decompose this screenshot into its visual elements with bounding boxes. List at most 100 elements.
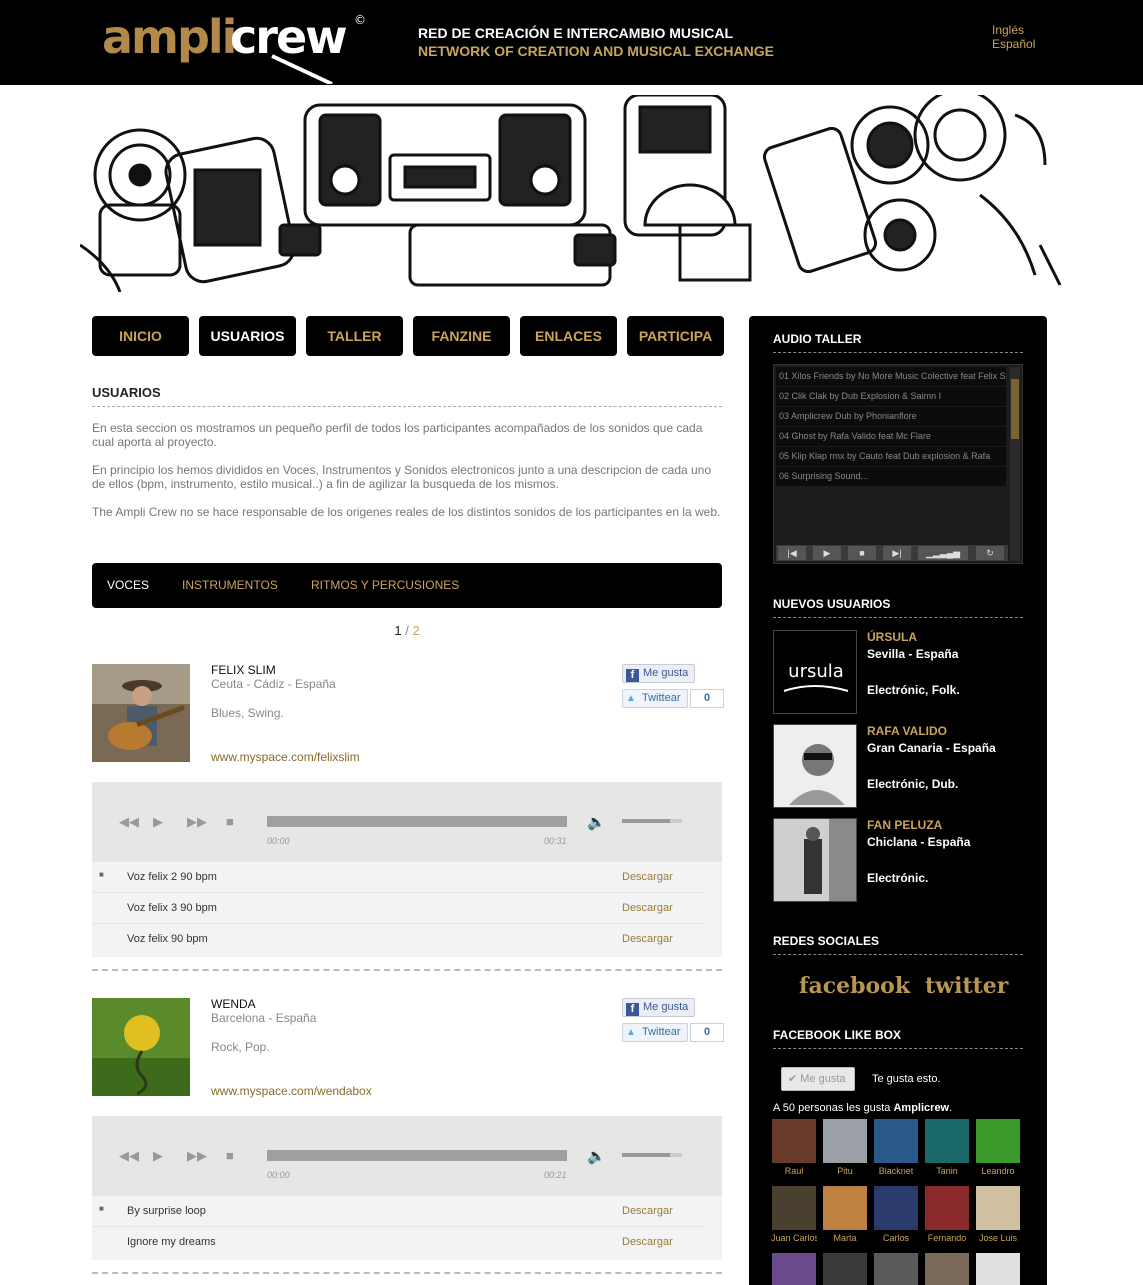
fan-item[interactable] <box>975 1253 1021 1285</box>
next-icon[interactable]: ▶| <box>883 546 911 560</box>
fan-item[interactable]: Tanin <box>924 1119 970 1176</box>
page-next-link[interactable]: 2 <box>412 623 419 638</box>
stop-icon[interactable]: ■ <box>226 1148 234 1163</box>
fan-item[interactable]: Blacknet <box>873 1119 919 1176</box>
new-user-photo[interactable]: ursula <box>773 630 857 714</box>
tab-voces[interactable]: VOCES <box>107 563 149 607</box>
new-user-item[interactable]: FAN PELUZA Chiclana - España Electrónic. <box>773 818 1023 903</box>
svg-text:©: © <box>354 13 366 27</box>
volume-icon[interactable]: ▁▂▃▄▅ <box>918 546 968 560</box>
stop-icon[interactable]: ■ <box>848 546 876 560</box>
user-myspace-link[interactable]: www.myspace.com/felixslim <box>211 750 360 764</box>
lang-spanish-link[interactable]: Español <box>992 37 1035 51</box>
user-photo[interactable] <box>92 664 190 762</box>
nav-fanzine[interactable]: FANZINE <box>413 316 510 356</box>
track-name: Voz felix 3 90 bpm <box>127 902 217 914</box>
fan-item[interactable]: Pitu <box>822 1119 868 1176</box>
playlist-item[interactable]: 03 Amplicrew Dub by Phonianflore <box>776 407 1006 426</box>
new-user-item[interactable]: RAFA VALIDO Gran Canaria - España Electr… <box>773 724 1023 809</box>
nav-enlaces[interactable]: ENLACES <box>520 316 617 356</box>
likebox-like-button[interactable]: ✔ Me gusta <box>781 1067 855 1091</box>
nav-taller[interactable]: TALLER <box>306 316 403 356</box>
fan-item[interactable]: Carlos <box>873 1186 919 1243</box>
playlist-item[interactable]: 05 Klip Klap rmx by Cauto feat Dub explo… <box>776 447 1006 466</box>
fan-avatar <box>772 1253 816 1285</box>
playlist-item[interactable]: 06 Surprising Sound... <box>776 467 1006 486</box>
fan-item[interactable]: Marta <box>822 1186 868 1243</box>
play-icon[interactable]: ▶ <box>813 546 841 560</box>
playlist-scrollbar[interactable] <box>1010 367 1020 561</box>
amplicrew-logo[interactable]: ampli crew © <box>102 8 372 84</box>
likebox-status: Te gusta esto. <box>872 1073 941 1085</box>
volume-icon[interactable]: 🔈 <box>587 1147 606 1165</box>
user-photo[interactable] <box>92 998 190 1096</box>
nav-inicio[interactable]: INICIO <box>92 316 189 356</box>
download-link[interactable]: Descargar <box>622 933 673 945</box>
rewind-icon[interactable]: ◀◀ <box>119 1148 139 1164</box>
nav-usuarios[interactable]: USUARIOS <box>199 316 296 356</box>
track-name: Voz felix 90 bpm <box>127 933 208 945</box>
fan-item[interactable]: Raul <box>771 1119 817 1176</box>
facebook-link[interactable]: facebook <box>799 973 910 999</box>
download-link[interactable]: Descargar <box>622 902 673 914</box>
tweet-button[interactable]: ▲ Twittear <box>622 1023 688 1042</box>
separator <box>92 1272 722 1274</box>
download-link[interactable]: Descargar <box>622 871 673 883</box>
time-elapsed: 00:00 <box>267 836 290 846</box>
audio-taller-heading: AUDIO TALLER <box>773 332 1023 353</box>
intro-paragraph-2: En principio los hemos divididos en Voce… <box>92 463 712 491</box>
twitter-bird-icon: ▲ <box>626 1027 636 1038</box>
fan-item[interactable]: Fernando <box>924 1186 970 1243</box>
likebox-page-name[interactable]: Amplicrew <box>893 1102 949 1114</box>
new-user-photo[interactable] <box>773 818 857 902</box>
new-user-photo[interactable] <box>773 724 857 808</box>
user-location: Barcelona - España <box>211 1011 317 1025</box>
fb-like-button[interactable]: f Me gusta <box>622 998 696 1017</box>
new-user-name[interactable]: FAN PELUZA <box>867 818 942 832</box>
page-title: USUARIOS <box>92 385 722 407</box>
rewind-icon[interactable]: ◀◀ <box>119 814 139 830</box>
facebook-icon: f <box>626 1003 639 1016</box>
tab-ritmos[interactable]: RITMOS Y PERCUSIONES <box>311 563 459 607</box>
social-heading: REDES SOCIALES <box>773 934 1023 955</box>
new-user-name[interactable]: RAFA VALIDO <box>867 724 947 738</box>
play-icon[interactable]: ▶ <box>153 814 163 830</box>
fast-forward-icon[interactable]: ▶▶ <box>187 814 207 830</box>
fan-avatar <box>976 1119 1020 1163</box>
previous-icon[interactable]: |◀ <box>778 546 806 560</box>
fb-like-button[interactable]: f Me gusta <box>622 664 696 683</box>
check-icon: ✔ <box>788 1073 801 1085</box>
volume-slider[interactable] <box>622 1153 682 1157</box>
lang-english-link[interactable]: Inglés <box>992 23 1035 37</box>
track-name: By surprise loop <box>127 1205 206 1217</box>
seek-bar[interactable] <box>267 1150 567 1161</box>
fan-item[interactable] <box>822 1253 868 1285</box>
tab-instrumentos[interactable]: INSTRUMENTOS <box>182 563 278 607</box>
tweet-button[interactable]: ▲ Twittear <box>622 689 688 708</box>
fast-forward-icon[interactable]: ▶▶ <box>187 1148 207 1164</box>
time-elapsed: 00:00 <box>267 1170 290 1180</box>
new-user-item[interactable]: ursula ÚRSULA Sevilla - España Electróni… <box>773 630 1023 715</box>
volume-icon[interactable]: 🔈 <box>587 813 606 831</box>
playlist-item[interactable]: 01 Xilos Friends by No More Music Colect… <box>776 367 1006 386</box>
fan-item[interactable] <box>873 1253 919 1285</box>
stop-icon[interactable]: ■ <box>226 814 234 829</box>
new-user-name[interactable]: ÚRSULA <box>867 630 917 644</box>
twitter-link[interactable]: twitter <box>925 973 1008 999</box>
fan-item[interactable] <box>924 1253 970 1285</box>
download-link[interactable]: Descargar <box>622 1205 673 1217</box>
new-user-styles: Electrónic, Dub. <box>867 777 959 791</box>
play-icon[interactable]: ▶ <box>153 1148 163 1164</box>
fan-item[interactable]: Leandro <box>975 1119 1021 1176</box>
user-myspace-link[interactable]: www.myspace.com/wendabox <box>211 1084 372 1098</box>
download-link[interactable]: Descargar <box>622 1236 673 1248</box>
nav-participa[interactable]: PARTICIPA <box>627 316 724 356</box>
playlist-item[interactable]: 02 Clik Clak by Dub Explosion & Saimn I <box>776 387 1006 406</box>
fan-item[interactable]: Juan Carlos <box>771 1186 817 1243</box>
volume-slider[interactable] <box>622 819 682 823</box>
fan-item[interactable] <box>771 1253 817 1285</box>
fan-item[interactable]: Jose Luis <box>975 1186 1021 1243</box>
playlist-item[interactable]: 04 Ghost by Rafa Valido feat Mc Flare <box>776 427 1006 446</box>
seek-bar[interactable] <box>267 816 567 827</box>
repeat-icon[interactable]: ↻ <box>976 546 1004 560</box>
